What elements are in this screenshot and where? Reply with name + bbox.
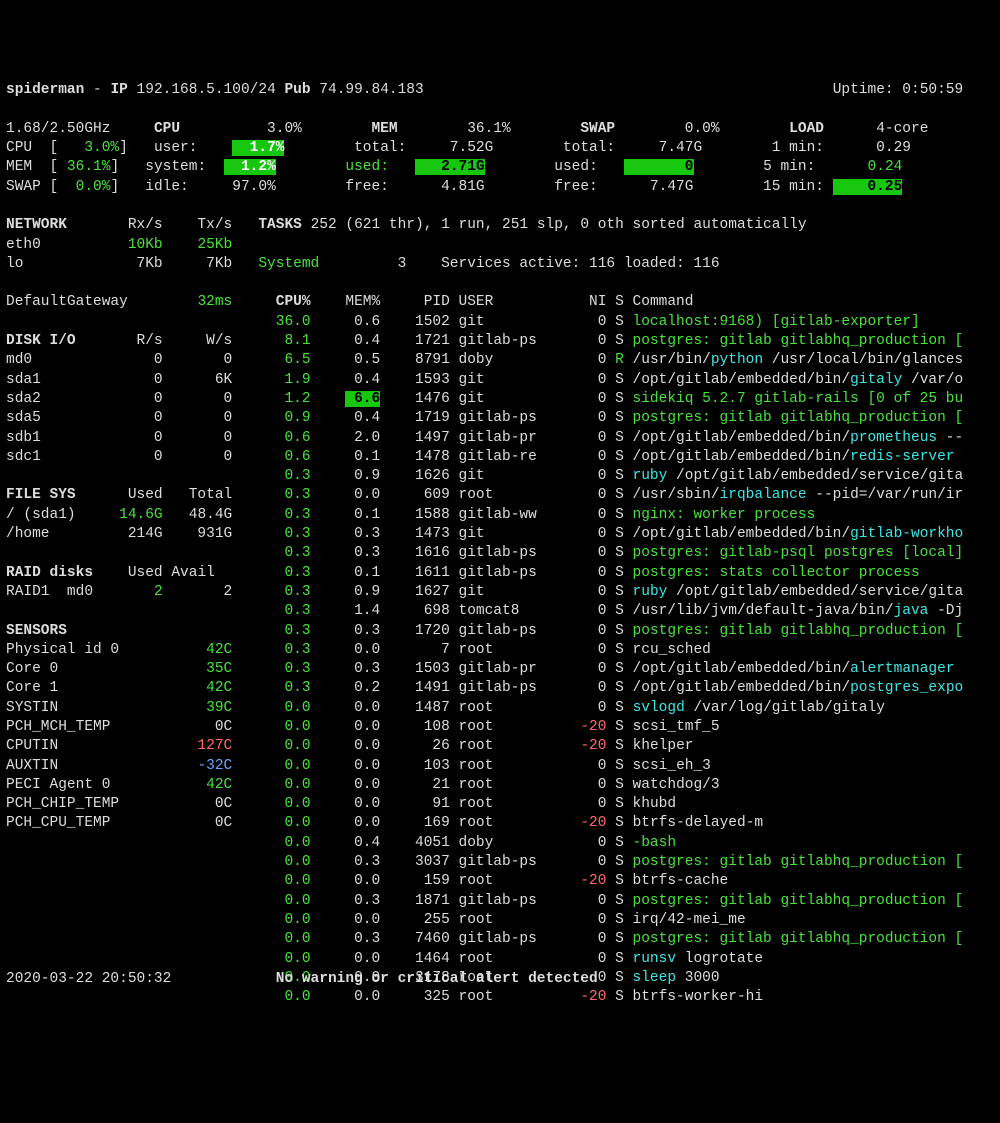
terminal-line: sdc1 0 0 0.6 0.1 1478 gitlab-re 0 S /opt… xyxy=(6,448,994,467)
terminal-line xyxy=(6,100,994,119)
lan-ip: 192.168.5.100/24 xyxy=(137,82,276,98)
terminal-line: spiderman - IP 192.168.5.100/24 Pub 74.9… xyxy=(6,81,994,100)
terminal-line: DISK I/O R/s W/s 8.1 0.4 1721 gitlab-ps … xyxy=(6,332,994,351)
terminal-line: 0.0 0.0 159 root -20 S btrfs-cache xyxy=(6,872,994,891)
terminal-line: /home 214G 931G 0.3 0.3 1473 git 0 S /op… xyxy=(6,525,994,544)
terminal-line: eth0 10Kb 25Kb xyxy=(6,236,994,255)
terminal-line: RAID1 md0 2 2 0.3 0.9 1627 git 0 S ruby … xyxy=(6,583,994,602)
terminal-line: PCH_CPU_TEMP 0C 0.0 0.0 169 root -20 S b… xyxy=(6,814,994,833)
hostname: spiderman xyxy=(6,82,84,98)
terminal-line: SWAP [ 0.0%] idle: 97.0% free: 4.81G fre… xyxy=(6,178,994,197)
terminal-line: Physical id 0 42C 0.3 0.0 7 root 0 S rcu… xyxy=(6,641,994,660)
terminal-line: MEM [ 36.1%] system: 1.2% used: 2.71G us… xyxy=(6,158,994,177)
terminal-line: SYSTIN 39C 0.0 0.0 1487 root 0 S svlogd … xyxy=(6,699,994,718)
terminal-line: AUXTIN -32C 0.0 0.0 103 root 0 S scsi_eh… xyxy=(6,757,994,776)
terminal-line: CPUTIN 127C 0.0 0.0 26 root -20 S khelpe… xyxy=(6,737,994,756)
terminal-line: sda5 0 0 0.9 0.4 1719 gitlab-ps 0 S post… xyxy=(6,409,994,428)
terminal-line: Core 1 42C 0.3 0.2 1491 gitlab-ps 0 S /o… xyxy=(6,679,994,698)
terminal-line: RAID disks Used Avail 0.3 0.1 1611 gitla… xyxy=(6,564,994,583)
terminal-line: / (sda1) 14.6G 48.4G 0.3 0.1 1588 gitlab… xyxy=(6,506,994,525)
terminal-line: sdb1 0 0 0.6 2.0 1497 gitlab-pr 0 S /opt… xyxy=(6,429,994,448)
terminal-line: lo 7Kb 7Kb Systemd 3 Services active: 11… xyxy=(6,255,994,274)
terminal-line: 0.3 0.3 1616 gitlab-ps 0 S postgres: git… xyxy=(6,544,994,563)
footer-time: 2020-03-22 20:50:32 xyxy=(6,971,171,987)
terminal-line: PCH_CHIP_TEMP 0C 0.0 0.0 91 root 0 S khu… xyxy=(6,795,994,814)
terminal-line: 0.0 0.0 1464 root 0 S runsv logrotate xyxy=(6,950,994,969)
terminal-line: sda2 0 0 1.2 6.6 1476 git 0 S sidekiq 5.… xyxy=(6,390,994,409)
terminal-line xyxy=(6,197,994,216)
terminal-line: 0.0 0.3 7460 gitlab-ps 0 S postgres: git… xyxy=(6,930,994,949)
terminal-line: SENSORS 0.3 0.3 1720 gitlab-ps 0 S postg… xyxy=(6,622,994,641)
terminal-line: 0.3 0.9 1626 git 0 S ruby /opt/gitlab/em… xyxy=(6,467,994,486)
terminal-line: DefaultGateway 32ms CPU% MEM% PID USER N… xyxy=(6,293,994,312)
terminal-line: 36.0 0.6 1502 git 0 S localhost:9168) [g… xyxy=(6,313,994,332)
terminal-line: NETWORK Rx/s Tx/s TASKS 252 (621 thr), 1… xyxy=(6,216,994,235)
terminal-line: 0.0 0.0 255 root 0 S irq/42-mei_me xyxy=(6,911,994,930)
terminal-line: 0.0 0.3 3037 gitlab-ps 0 S postgres: git… xyxy=(6,853,994,872)
terminal-line: md0 0 0 6.5 0.5 8791 doby 0 R /usr/bin/p… xyxy=(6,351,994,370)
public-ip: 74.99.84.183 xyxy=(319,82,423,98)
terminal-line: FILE SYS Used Total 0.3 0.0 609 root 0 S… xyxy=(6,486,994,505)
terminal-line: 0.3 1.4 698 tomcat8 0 S /usr/lib/jvm/def… xyxy=(6,602,994,621)
terminal-line: Core 0 35C 0.3 0.3 1503 gitlab-pr 0 S /o… xyxy=(6,660,994,679)
terminal-line: 0.0 0.3 1871 gitlab-ps 0 S postgres: git… xyxy=(6,892,994,911)
terminal-line: 0.0 0.0 325 root -20 S btrfs-worker-hi xyxy=(6,988,994,1007)
terminal-line: CPU [ 3.0%] user: 1.7% total: 7.52G tota… xyxy=(6,139,994,158)
terminal-line: 1.68/2.50GHz CPU 3.0% MEM 36.1% SWAP 0.0… xyxy=(6,120,994,139)
terminal-line: sda1 0 6K 1.9 0.4 1593 git 0 S /opt/gitl… xyxy=(6,371,994,390)
uptime: Uptime: 0:50:59 xyxy=(833,82,964,98)
terminal-line: 0.0 0.4 4051 doby 0 S -bash xyxy=(6,834,994,853)
terminal-line xyxy=(6,274,994,293)
terminal-line: PCH_MCH_TEMP 0C 0.0 0.0 108 root -20 S s… xyxy=(6,718,994,737)
terminal-line: PECI Agent 0 42C 0.0 0.0 21 root 0 S wat… xyxy=(6,776,994,795)
footer-msg: No warning or critical alert detected xyxy=(276,971,598,987)
